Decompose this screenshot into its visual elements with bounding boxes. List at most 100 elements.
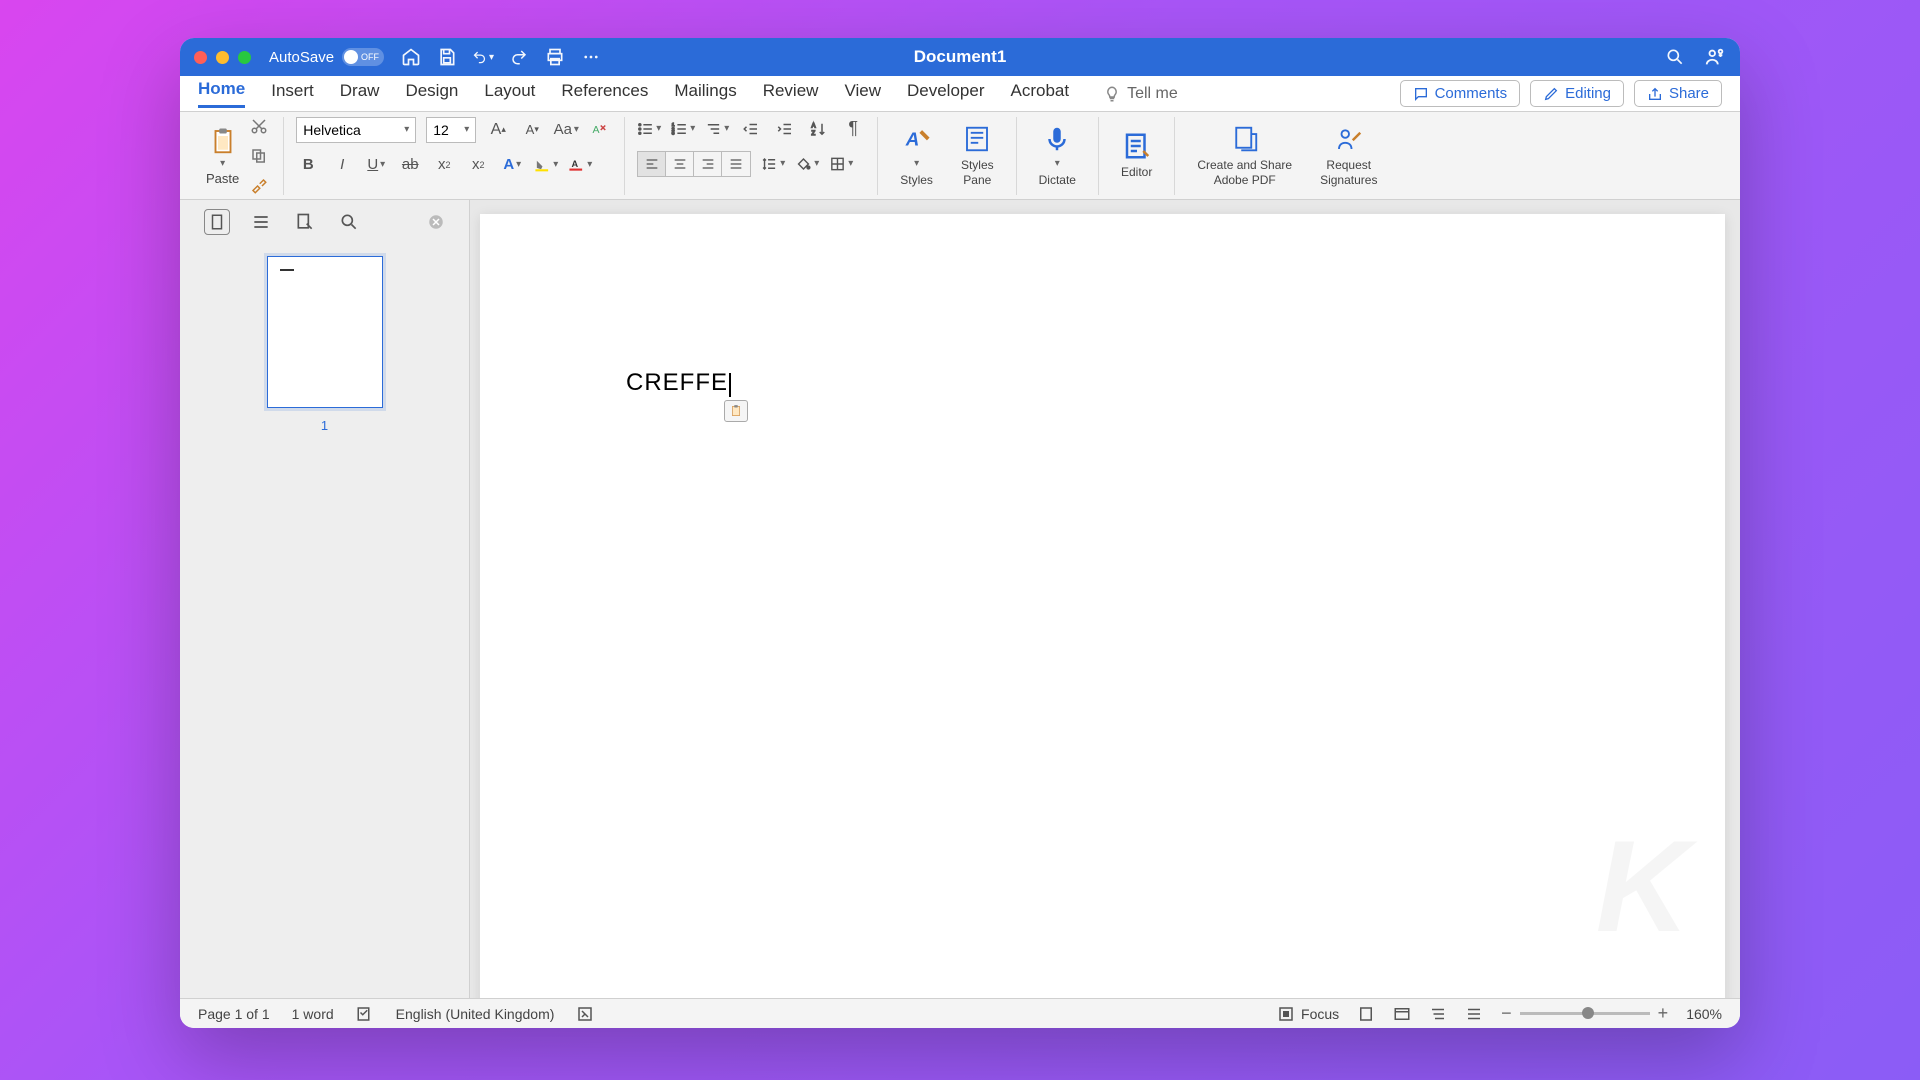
align-right-button[interactable] xyxy=(694,152,722,176)
undo-button[interactable]: ▾ xyxy=(472,46,494,68)
paste-options-badge[interactable] xyxy=(724,400,748,422)
review-tab[interactable] xyxy=(292,209,318,235)
grow-font-button[interactable]: A▴ xyxy=(486,118,510,142)
page-canvas[interactable]: CREFFE xyxy=(470,200,1740,998)
paste-button[interactable]: ▾ Paste xyxy=(206,126,239,186)
font-name-select[interactable]: Helvetica▾ xyxy=(296,117,416,143)
format-painter-button[interactable] xyxy=(247,174,271,198)
nav-toolbar xyxy=(180,200,469,244)
borders-button[interactable]: ▾ xyxy=(829,152,853,176)
dictate-button[interactable]: ▾ Dictate xyxy=(1029,124,1086,187)
styles-pane-button[interactable]: Styles Pane xyxy=(951,124,1004,187)
tab-layout[interactable]: Layout xyxy=(484,81,535,107)
autosave-control[interactable]: AutoSave OFF xyxy=(269,48,384,66)
scissors-icon xyxy=(250,117,268,135)
zoom-out-button[interactable]: − xyxy=(1501,1003,1512,1024)
proofing-icon[interactable] xyxy=(356,1005,374,1023)
subscript-button[interactable]: x2 xyxy=(432,153,456,177)
document-page[interactable]: CREFFE xyxy=(480,214,1725,998)
justify-button[interactable] xyxy=(722,152,750,176)
styles-button[interactable]: A ▾ Styles xyxy=(890,124,943,187)
minimize-window-button[interactable] xyxy=(216,51,229,64)
search-icon[interactable] xyxy=(1664,46,1686,68)
highlight-button[interactable]: ▾ xyxy=(534,153,558,177)
tab-home[interactable]: Home xyxy=(198,79,245,108)
cut-button[interactable] xyxy=(247,114,271,138)
redo-button[interactable] xyxy=(508,46,530,68)
strikethrough-button[interactable]: ab xyxy=(398,153,422,177)
multilevel-list-button[interactable]: ▾ xyxy=(705,117,729,141)
draft-view-button[interactable] xyxy=(1465,1005,1483,1023)
page-indicator[interactable]: Page 1 of 1 xyxy=(198,1006,270,1022)
paint-bucket-icon xyxy=(795,155,812,173)
status-bar: Page 1 of 1 1 word English (United Kingd… xyxy=(180,998,1740,1028)
thumbnails-tab[interactable] xyxy=(204,209,230,235)
print-layout-view-button[interactable] xyxy=(1357,1005,1375,1023)
editing-mode-button[interactable]: Editing xyxy=(1530,80,1624,107)
save-icon[interactable] xyxy=(436,46,458,68)
zoom-slider[interactable] xyxy=(1520,1012,1650,1015)
zoom-slider-thumb[interactable] xyxy=(1582,1007,1594,1019)
tab-insert[interactable]: Insert xyxy=(271,81,314,107)
create-share-pdf-button[interactable]: Create and Share Adobe PDF xyxy=(1187,124,1302,187)
tab-mailings[interactable]: Mailings xyxy=(674,81,736,107)
numbering-button[interactable]: 123▾ xyxy=(671,117,695,141)
font-color-button[interactable]: A▾ xyxy=(568,153,592,177)
share-button[interactable]: Share xyxy=(1634,80,1722,107)
tab-references[interactable]: References xyxy=(561,81,648,107)
outline-view-button[interactable] xyxy=(1429,1005,1447,1023)
tab-developer[interactable]: Developer xyxy=(907,81,985,107)
text-effects-button[interactable]: A▾ xyxy=(500,153,524,177)
tab-design[interactable]: Design xyxy=(405,81,458,107)
tab-review[interactable]: Review xyxy=(763,81,819,107)
word-count[interactable]: 1 word xyxy=(292,1006,334,1022)
editor-button[interactable]: Editor xyxy=(1111,131,1162,179)
superscript-button[interactable]: x2 xyxy=(466,153,490,177)
tab-view[interactable]: View xyxy=(844,81,881,107)
focus-mode-button[interactable]: Focus xyxy=(1277,1005,1339,1023)
web-layout-view-button[interactable] xyxy=(1393,1005,1411,1023)
italic-button[interactable]: I xyxy=(330,153,354,177)
share-with-icon[interactable] xyxy=(1704,46,1726,68)
page-thumbnail-1[interactable] xyxy=(267,256,383,408)
close-panel-button[interactable] xyxy=(427,213,445,231)
home-icon[interactable] xyxy=(400,46,422,68)
tell-me-search[interactable]: Tell me xyxy=(1103,85,1178,103)
close-window-button[interactable] xyxy=(194,51,207,64)
headings-tab[interactable] xyxy=(248,209,274,235)
signature-icon xyxy=(1334,124,1364,154)
accessibility-icon[interactable] xyxy=(576,1005,594,1023)
document-text[interactable]: CREFFE xyxy=(626,369,731,397)
align-left-button[interactable] xyxy=(638,152,666,176)
line-spacing-button[interactable]: ▾ xyxy=(761,152,785,176)
autosave-toggle[interactable]: OFF xyxy=(342,48,384,66)
comments-button[interactable]: Comments xyxy=(1400,80,1521,107)
print-icon[interactable] xyxy=(544,46,566,68)
maximize-window-button[interactable] xyxy=(238,51,251,64)
change-case-button[interactable]: Aa▾ xyxy=(554,118,578,142)
more-icon[interactable] xyxy=(580,46,602,68)
lightbulb-icon xyxy=(1103,85,1121,103)
clear-formatting-button[interactable]: A xyxy=(588,118,612,142)
shading-button[interactable]: ▾ xyxy=(795,152,819,176)
sort-button[interactable]: AZ xyxy=(807,117,831,141)
underline-button[interactable]: U▾ xyxy=(364,153,388,177)
tab-acrobat[interactable]: Acrobat xyxy=(1011,81,1070,107)
shrink-font-button[interactable]: A▾ xyxy=(520,118,544,142)
zoom-level[interactable]: 160% xyxy=(1686,1006,1722,1022)
zoom-in-button[interactable]: + xyxy=(1658,1003,1669,1024)
align-center-button[interactable] xyxy=(666,152,694,176)
increase-indent-button[interactable] xyxy=(773,117,797,141)
bullets-button[interactable]: ▾ xyxy=(637,117,661,141)
bold-button[interactable]: B xyxy=(296,153,320,177)
request-signatures-button[interactable]: Request Signatures xyxy=(1310,124,1387,187)
tab-draw[interactable]: Draw xyxy=(340,81,380,107)
copy-button[interactable] xyxy=(247,144,271,168)
decrease-indent-button[interactable] xyxy=(739,117,763,141)
svg-text:3: 3 xyxy=(672,130,675,136)
language-indicator[interactable]: English (United Kingdom) xyxy=(396,1006,555,1022)
svg-text:A: A xyxy=(904,128,919,149)
font-size-select[interactable]: 12▾ xyxy=(426,117,476,143)
find-tab[interactable] xyxy=(336,209,362,235)
show-marks-button[interactable]: ¶ xyxy=(841,117,865,141)
